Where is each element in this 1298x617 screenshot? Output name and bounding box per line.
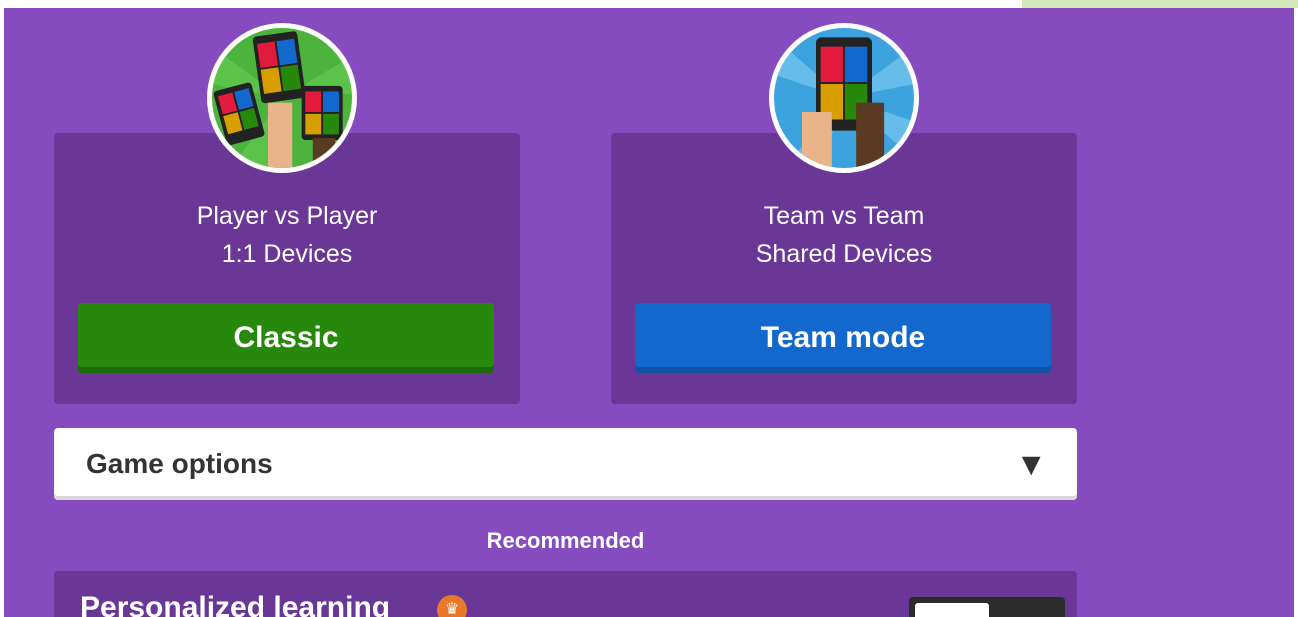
crown-icon: ♛ <box>437 595 467 617</box>
classic-mode-devices: 1:1 Devices <box>221 240 353 268</box>
personalized-learning-row: Personalized learning ♛ <box>54 571 1077 617</box>
personalized-learning-toggle[interactable] <box>909 597 1065 617</box>
classic-mode-title: Player vs Player <box>196 202 378 230</box>
classic-mode-card: Player vs Player 1:1 Devices Classic <box>54 133 520 404</box>
team-mode-devices: Shared Devices <box>755 240 933 268</box>
background-strip <box>1022 0 1298 8</box>
toggle-knob[interactable] <box>915 603 989 617</box>
team-mode-card: Team vs Team Shared Devices Team mode <box>611 133 1077 404</box>
team-mode-description: Team vs Team Shared Devices <box>611 197 1077 273</box>
players-phones-icon <box>212 31 352 168</box>
team-mode-button[interactable]: Team mode <box>635 303 1051 373</box>
game-options-dropdown[interactable]: Game options ▼ <box>54 428 1077 500</box>
classic-mode-description: Player vs Player 1:1 Devices <box>54 197 520 273</box>
shared-phone-icon <box>774 37 914 168</box>
game-mode-panel: Player vs Player 1:1 Devices Classic Tea… <box>4 8 1294 617</box>
recommended-heading: Recommended <box>486 528 645 553</box>
team-mode-title: Team vs Team <box>763 202 925 230</box>
team-mode-illustration <box>769 23 919 173</box>
personalized-learning-label: Personalized learning <box>80 591 391 617</box>
game-options-label: Game options <box>86 448 273 479</box>
classic-button[interactable]: Classic <box>78 303 494 373</box>
classic-mode-illustration <box>207 23 357 173</box>
caret-down-icon[interactable]: ▼ <box>1015 446 1047 483</box>
